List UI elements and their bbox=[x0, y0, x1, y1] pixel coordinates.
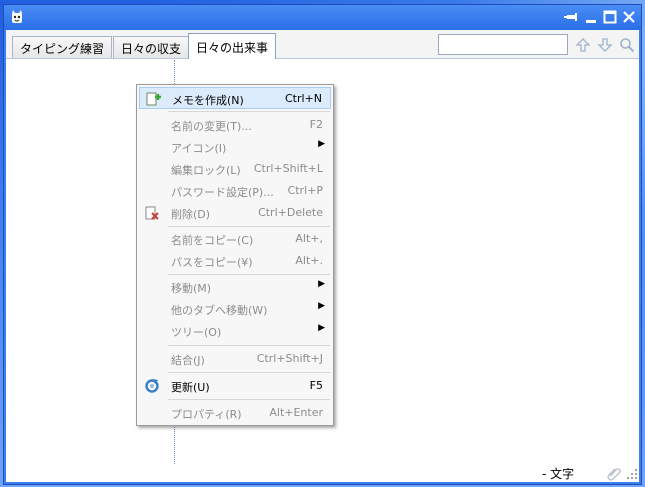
delete-icon bbox=[145, 206, 159, 220]
arrow-down-icon[interactable] bbox=[596, 36, 614, 54]
menu-item-copy-name[interactable]: 名前をコピー(C) Alt+, bbox=[139, 228, 331, 250]
menu-separator bbox=[168, 399, 330, 400]
menu-item-icon[interactable]: アイコン(I) ▶ bbox=[139, 136, 331, 158]
menu-item-properties[interactable]: プロパティ(R) Alt+Enter bbox=[139, 402, 331, 424]
menu-item-copy-path[interactable]: パスをコピー(¥) Alt+. bbox=[139, 250, 331, 272]
menu-item-edit-lock[interactable]: 編集ロック(L) Ctrl+Shift+L bbox=[139, 158, 331, 180]
minimize-icon[interactable] bbox=[583, 9, 599, 25]
tab-typing-practice[interactable]: タイピング練習 bbox=[12, 36, 113, 58]
app-icon bbox=[12, 10, 22, 23]
menu-item-move[interactable]: 移動(M) ▶ bbox=[139, 276, 331, 298]
menu-separator bbox=[168, 345, 330, 346]
menu-item-new-memo[interactable]: メモを作成(N) Ctrl+N bbox=[139, 87, 331, 109]
new-memo-icon bbox=[146, 92, 161, 106]
menu-separator bbox=[168, 372, 330, 373]
menu-item-merge[interactable]: 結合(J) Ctrl+Shift+J bbox=[139, 348, 331, 370]
submenu-arrow-icon: ▶ bbox=[318, 301, 325, 311]
pin-icon[interactable] bbox=[564, 9, 580, 25]
tab-daily-events[interactable]: 日々の出来事 bbox=[188, 33, 277, 59]
status-bar: - 文字 bbox=[6, 464, 639, 482]
menu-item-password[interactable]: パスワード設定(P)... Ctrl+P bbox=[139, 180, 331, 202]
search-icon[interactable] bbox=[618, 36, 636, 54]
close-icon[interactable] bbox=[621, 9, 637, 25]
submenu-arrow-icon: ▶ bbox=[318, 279, 325, 289]
refresh-icon bbox=[145, 379, 159, 393]
menu-item-refresh[interactable]: 更新(U) F5 bbox=[139, 375, 331, 397]
menu-separator bbox=[168, 226, 330, 227]
submenu-arrow-icon: ▶ bbox=[318, 323, 325, 333]
arrow-up-icon[interactable] bbox=[574, 36, 592, 54]
menu-item-tree[interactable]: ツリー(O) ▶ bbox=[139, 320, 331, 342]
submenu-arrow-icon: ▶ bbox=[318, 139, 325, 149]
context-menu: メモを作成(N) Ctrl+N 名前の変更(T)... F2 アイコン(I) ▶… bbox=[136, 84, 334, 426]
title-bar[interactable] bbox=[4, 5, 641, 30]
menu-item-delete[interactable]: 削除(D) Ctrl+Delete bbox=[139, 202, 331, 224]
search-input[interactable] bbox=[438, 34, 568, 55]
attachment-icon[interactable] bbox=[606, 465, 622, 481]
menu-item-rename[interactable]: 名前の変更(T)... F2 bbox=[139, 114, 331, 136]
menu-separator bbox=[168, 274, 330, 275]
menu-separator bbox=[168, 111, 330, 112]
resize-grip-icon[interactable] bbox=[626, 468, 638, 480]
tab-daily-budget[interactable]: 日々の収支 bbox=[113, 36, 190, 58]
char-count-label: - 文字 bbox=[542, 467, 575, 481]
tab-bar: タイピング練習 日々の収支 日々の出来事 bbox=[6, 30, 639, 59]
maximize-icon[interactable] bbox=[602, 9, 618, 25]
menu-item-move-to-tab[interactable]: 他のタブへ移動(W) ▶ bbox=[139, 298, 331, 320]
